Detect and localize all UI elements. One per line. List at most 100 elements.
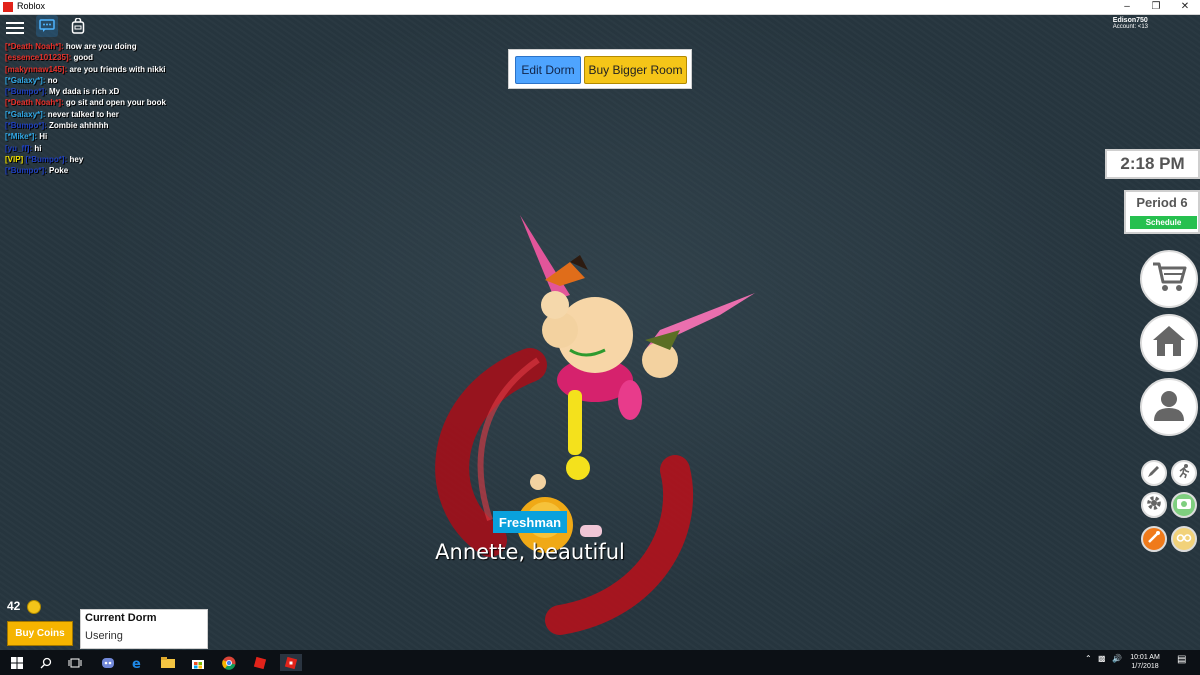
chat-username[interactable]: [*Bumpo*]: bbox=[5, 87, 47, 96]
chat-message: [*Mike*]: Hi bbox=[5, 131, 166, 142]
edit-dorm-button[interactable]: Edit Dorm bbox=[515, 56, 581, 84]
clock-display: 2:18 PM bbox=[1105, 149, 1200, 179]
minimize-button[interactable]: – bbox=[1112, 0, 1142, 14]
chat-text: how are you doing bbox=[65, 42, 137, 51]
chat-username[interactable]: [*Galaxy*]: bbox=[5, 110, 45, 119]
cart-icon bbox=[1151, 260, 1187, 299]
current-dorm-value: Usering bbox=[85, 630, 123, 642]
chat-message: [*Galaxy*]: never talked to her bbox=[5, 109, 166, 120]
grade-tag: Freshman bbox=[493, 511, 567, 533]
chat-log: [*Death Noah*]: how are you doing [essenc… bbox=[5, 41, 166, 177]
file-explorer-icon[interactable] bbox=[159, 654, 176, 671]
schedule-button[interactable]: Schedule bbox=[1130, 216, 1197, 229]
player-character bbox=[435, 215, 755, 635]
window-titlebar: Roblox – ❐ ✕ bbox=[0, 0, 1200, 15]
discord-icon[interactable] bbox=[99, 654, 116, 671]
window-title: Roblox bbox=[17, 1, 46, 11]
accessory-button[interactable] bbox=[1171, 526, 1197, 552]
menu-icon[interactable] bbox=[6, 19, 24, 37]
current-dorm-title: Current Dorm bbox=[85, 612, 157, 624]
buy-bigger-room-button[interactable]: Buy Bigger Room bbox=[584, 56, 687, 84]
chat-text: Zombie ahhhhh bbox=[49, 121, 109, 131]
chat-username[interactable]: [*Death Noah*]: bbox=[5, 42, 64, 51]
camera-icon bbox=[1176, 496, 1192, 515]
svg-text:e: e bbox=[132, 657, 141, 670]
roblox-app-icon[interactable] bbox=[280, 654, 302, 671]
shop-button[interactable] bbox=[1140, 250, 1198, 308]
chat-text: Hi bbox=[39, 132, 48, 142]
buy-coins-button[interactable]: Buy Coins bbox=[7, 621, 73, 646]
chat-text: Poke bbox=[49, 166, 69, 176]
avatar-icon bbox=[1151, 387, 1187, 428]
username: Edison750 bbox=[1112, 17, 1148, 24]
period-panel: Period 6 Schedule bbox=[1124, 190, 1200, 234]
camera-button[interactable] bbox=[1171, 492, 1197, 518]
chat-username[interactable]: [*Death Noah*]: bbox=[5, 98, 64, 107]
chat-text: My dada is rich xD bbox=[49, 87, 120, 97]
volume-icon[interactable]: 🔊 bbox=[1112, 654, 1122, 663]
account-age: Account: <13 bbox=[1112, 24, 1148, 30]
chat-username[interactable]: [*Mike*]: bbox=[5, 132, 37, 141]
chat-message: [*Death Noah*]: how are you doing bbox=[5, 41, 166, 52]
chat-vip-tag: [VIP] bbox=[5, 154, 24, 164]
chat-message: [*Bumpo*]: My dada is rich xD bbox=[5, 86, 166, 97]
chat-message: [*Galaxy*]: no bbox=[5, 75, 166, 86]
chat-message: [yu_ff]: hi bbox=[5, 143, 166, 154]
chat-message: [essence101235]: good bbox=[5, 52, 166, 63]
store-icon[interactable] bbox=[189, 654, 206, 671]
coin-icon bbox=[27, 600, 41, 614]
chat-username[interactable]: [*Bumpo*]: bbox=[5, 166, 47, 175]
chat-username[interactable]: [*Bumpo*]: bbox=[25, 155, 67, 164]
roblox-studio-icon[interactable] bbox=[251, 654, 268, 671]
home-button[interactable] bbox=[1140, 314, 1198, 372]
chat-text: never talked to her bbox=[47, 109, 119, 119]
chrome-icon[interactable] bbox=[220, 654, 237, 671]
chat-text: go sit and open your book bbox=[65, 98, 166, 108]
chat-message: [*Bumpo*]: Zombie ahhhhh bbox=[5, 120, 166, 131]
settings-button[interactable] bbox=[1141, 492, 1167, 518]
coin-count: 42 bbox=[7, 599, 21, 613]
task-view-icon[interactable] bbox=[66, 654, 83, 671]
search-icon[interactable] bbox=[37, 654, 54, 671]
notifications-icon[interactable]: ▤ bbox=[1177, 654, 1186, 665]
pencil-icon bbox=[1146, 463, 1162, 484]
edge-icon[interactable]: e bbox=[128, 654, 145, 671]
close-button[interactable]: ✕ bbox=[1170, 0, 1200, 14]
running-icon bbox=[1176, 463, 1192, 484]
system-date: 1/7/2018 bbox=[1131, 663, 1159, 670]
user-info[interactable]: Edison750 Account: <13 bbox=[1113, 17, 1148, 30]
gear-icon bbox=[1145, 494, 1163, 517]
roblox-logo-icon bbox=[3, 2, 13, 12]
game-viewport[interactable]: Edison750 Account: <13 [*Death Noah*]: h… bbox=[0, 15, 1200, 650]
taskbar: e ⌃ ▩ 🔊 10:01 AM 1/7/2018 ▤ bbox=[0, 650, 1200, 675]
glasses-icon bbox=[1176, 530, 1192, 548]
chat-icon[interactable] bbox=[36, 15, 58, 37]
network-icon[interactable]: ▩ bbox=[1098, 654, 1106, 663]
chat-username[interactable]: [*Galaxy*]: bbox=[5, 76, 45, 85]
system-time: 10:01 AM bbox=[1130, 654, 1160, 661]
period-label: Period 6 bbox=[1136, 195, 1188, 210]
chat-username[interactable]: [makynnaw145]: bbox=[5, 65, 67, 74]
chat-text: hi bbox=[34, 143, 42, 153]
backpack-icon[interactable] bbox=[68, 15, 88, 37]
dorm-toolbar: Edit Dorm Buy Bigger Room bbox=[508, 49, 692, 89]
current-dorm-panel: Current Dorm Usering bbox=[80, 609, 208, 649]
chat-username[interactable]: [yu_ff]: bbox=[5, 144, 32, 153]
chat-message: [*Death Noah*]: go sit and open your boo… bbox=[5, 97, 166, 108]
chat-message: [*Bumpo*]: Poke bbox=[5, 165, 166, 176]
chat-username[interactable]: [*Bumpo*]: bbox=[5, 121, 47, 130]
character-name-tag: Annette, beautiful bbox=[435, 540, 625, 564]
maximize-button[interactable]: ❐ bbox=[1141, 0, 1171, 14]
emote-icon bbox=[1146, 529, 1162, 550]
profile-button[interactable] bbox=[1140, 378, 1198, 436]
run-button[interactable] bbox=[1171, 460, 1197, 486]
edit-tool-button[interactable] bbox=[1141, 460, 1167, 486]
chat-text: hey bbox=[69, 154, 84, 164]
chat-username[interactable]: [essence101235]: bbox=[5, 53, 71, 62]
windows-start-icon[interactable] bbox=[8, 654, 25, 671]
system-clock[interactable]: 10:01 AM 1/7/2018 bbox=[1125, 653, 1165, 671]
chat-text: no bbox=[47, 75, 58, 85]
chat-message: [makynnaw145]: are you friends with nikk… bbox=[5, 64, 166, 75]
emote-button[interactable] bbox=[1141, 526, 1167, 552]
tray-chevron-icon[interactable]: ⌃ bbox=[1085, 654, 1092, 663]
